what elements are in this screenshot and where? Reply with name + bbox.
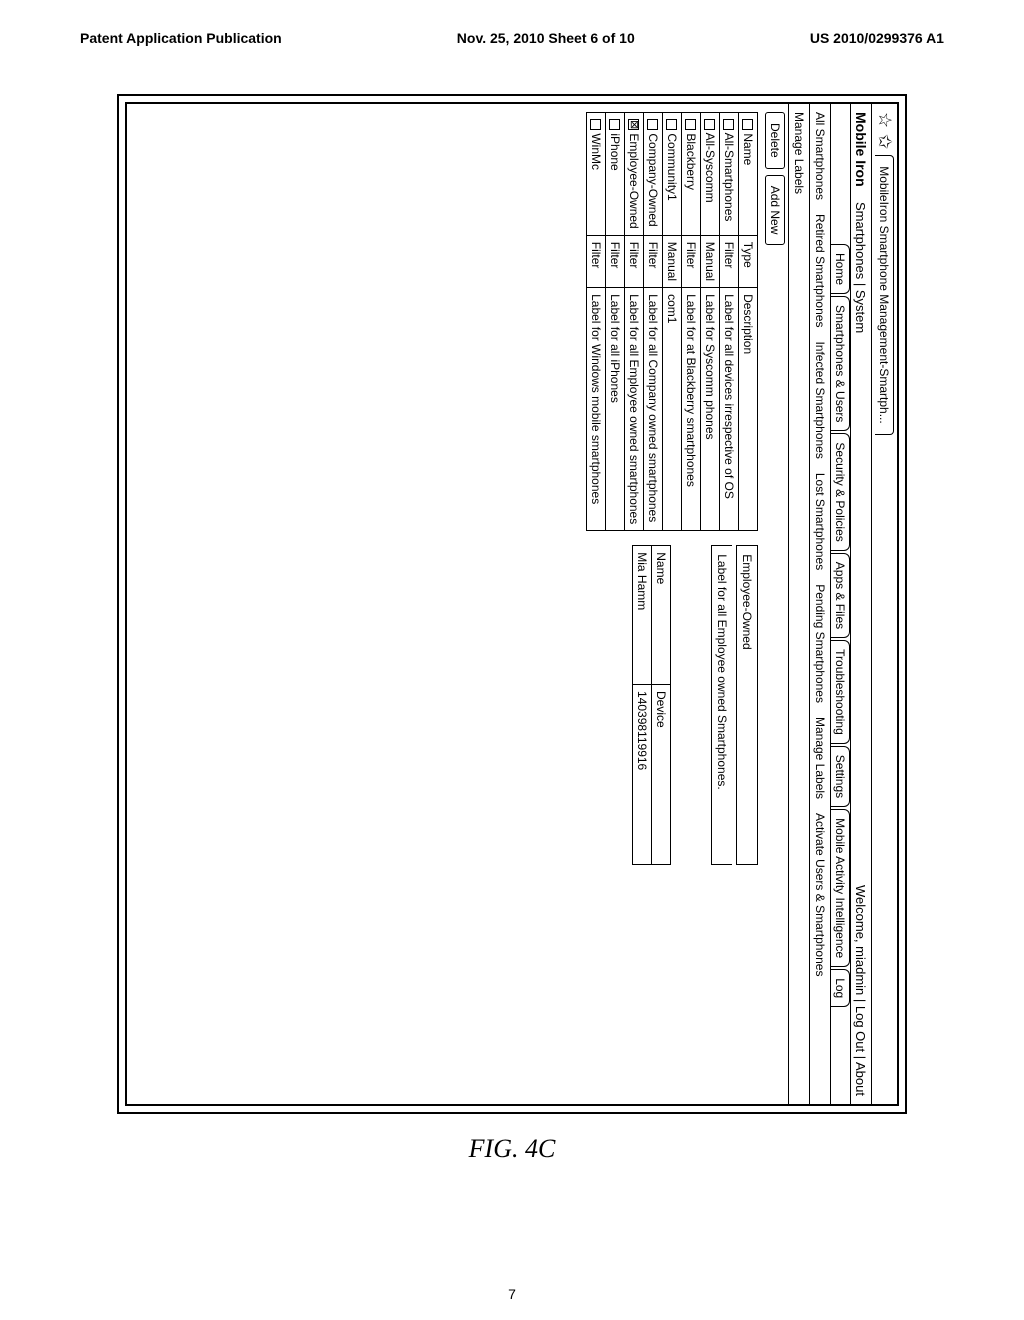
add-new-button[interactable]: Add New	[765, 175, 785, 246]
page-number: 7	[0, 1286, 1024, 1302]
sublink-retired[interactable]: Retired Smartphones	[813, 214, 827, 327]
table-row[interactable]: Community1Manualcom1	[663, 113, 682, 531]
table-row[interactable]: iPhoneFilterLabel for all iPhones	[606, 113, 625, 531]
star-icon: ☆	[874, 112, 895, 128]
sublink-all[interactable]: All Smartphones	[813, 112, 827, 200]
table-row[interactable]: All-SyscommManualLabel for Syscomm phone…	[701, 113, 720, 531]
row-checkbox[interactable]	[723, 119, 734, 130]
delete-button[interactable]: Delete	[765, 112, 785, 169]
sublink-lost[interactable]: Lost Smartphones	[813, 473, 827, 570]
detail-table: Name Device Mia Hamm 140398119916	[632, 545, 671, 865]
main-tabs: Home Smartphones & Users Security & Poli…	[830, 104, 850, 1104]
tab-settings[interactable]: Settings	[831, 746, 850, 807]
col-type: Type	[739, 235, 758, 287]
table-row[interactable]: All-SmartphonesFilterLabel for all devic…	[720, 113, 739, 531]
row-checkbox[interactable]	[609, 119, 620, 130]
detail-row[interactable]: Mia Hamm 140398119916	[633, 546, 652, 865]
row-checkbox[interactable]	[685, 119, 696, 130]
labels-table-wrap: Name Type Description All-SmartphonesFil…	[135, 112, 758, 531]
sublink-activate[interactable]: Activate Users & Smartphones	[813, 813, 827, 976]
row-checkbox[interactable]	[704, 119, 715, 130]
table-row[interactable]: WinMcFilterLabel for Windows mobile smar…	[587, 113, 606, 531]
row-checkbox[interactable]	[647, 119, 658, 130]
row-checkbox[interactable]	[590, 119, 601, 130]
figure-caption: FIG. 4C	[0, 1134, 1024, 1164]
table-row[interactable]: ⊠ Employee-OwnedFilterLabel for all Empl…	[625, 113, 644, 531]
header-checkbox[interactable]	[742, 119, 753, 130]
tab-security-policies[interactable]: Security & Policies	[831, 433, 850, 550]
row-checkbox[interactable]: ⊠	[628, 119, 639, 130]
browser-tab[interactable]: MobileIron Smartphone Management-Smartph…	[875, 155, 894, 434]
pub-header-center: Nov. 25, 2010 Sheet 6 of 10	[457, 30, 635, 46]
detail-panel: Employee-Owned Label for all Employee ow…	[135, 545, 758, 865]
top-menu[interactable]: Smartphones | System	[853, 202, 868, 333]
detail-desc: Label for all Employee owned Smartphones…	[711, 545, 732, 865]
detail-col-name: Name	[652, 546, 671, 685]
tab-smartphones-users[interactable]: Smartphones & Users	[831, 296, 850, 431]
sub-links: All Smartphones Retired Smartphones Infe…	[809, 104, 830, 1104]
detail-col-device: Device	[652, 685, 671, 865]
col-name: Name	[741, 133, 755, 165]
tab-apps-files[interactable]: Apps & Files	[831, 553, 850, 638]
logo-text: Mobile Iron	[853, 112, 869, 187]
welcome-text[interactable]: Welcome, miadmin | Log Out | About	[854, 885, 869, 1096]
tab-troubleshooting[interactable]: Troubleshooting	[831, 640, 850, 744]
row-checkbox[interactable]	[666, 119, 677, 130]
pub-header-right: US 2010/0299376 A1	[810, 30, 944, 46]
table-row[interactable]: Company-OwnedFilterLabel for all Company…	[644, 113, 663, 531]
sublink-manage-labels[interactable]: Manage Labels	[813, 717, 827, 799]
table-row[interactable]: BlackberryFilterLabel for at Blackberry …	[682, 113, 701, 531]
sublink-infected[interactable]: Infected Smartphones	[813, 341, 827, 458]
labels-table: Name Type Description All-SmartphonesFil…	[586, 112, 758, 531]
col-desc: Description	[739, 288, 758, 531]
section-title: Manage Labels	[788, 104, 809, 1104]
tab-mobile-activity[interactable]: Mobile Activity Intelligence	[831, 809, 850, 967]
pub-header-left: Patent Application Publication	[80, 30, 282, 46]
sublink-pending[interactable]: Pending Smartphones	[813, 584, 827, 703]
star-plus-icon: ✩	[874, 134, 895, 149]
tab-home[interactable]: Home	[831, 244, 850, 294]
browser-bar: ☆ ✩ MobileIron Smartphone Management-Sma…	[871, 104, 897, 1104]
detail-title: Employee-Owned	[736, 545, 758, 865]
tab-log[interactable]: Log	[831, 969, 850, 1007]
